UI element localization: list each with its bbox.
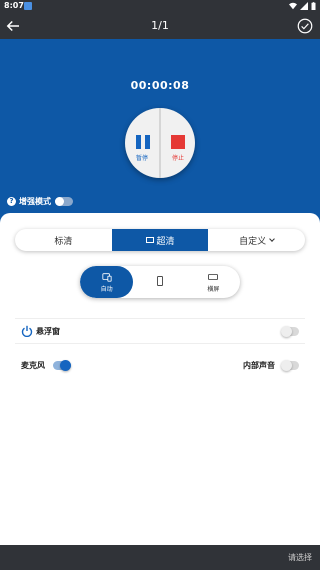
pause-icon [136,135,150,149]
stop-icon [171,135,185,149]
quality-hd[interactable]: 超清 [111,229,209,251]
landscape-icon [208,273,219,280]
orientation-portrait[interactable] [133,266,186,298]
settings-sheet [0,213,320,545]
microphone-toggle[interactable] [53,359,71,371]
floating-window-row: 悬浮窗 [15,318,305,344]
orientation-auto-label: 自动 [100,285,113,293]
status-bar: 8:07 [0,0,320,13]
stop-button[interactable]: 停止 [161,108,195,178]
portrait-icon [157,276,163,286]
chevron-down-icon [269,235,276,242]
internal-audio-toggle[interactable] [281,359,299,371]
enhance-mode-label: 增强模式 [19,197,51,206]
orientation-landscape-label: 横屏 [207,285,220,293]
page-counter: 1/1 [151,19,169,32]
pause-button[interactable]: 暂停 [125,108,159,178]
auto-rotate-icon [102,272,112,282]
recorder-panel: 00:00:08 暂停 停止 ? 增强模式 [0,39,320,229]
quality-sd[interactable]: 标清 [15,229,112,251]
quality-hd-label: 超清 [156,236,175,247]
pause-label: 暂停 [135,155,148,162]
enhance-mode-toggle[interactable] [55,197,73,206]
quality-custom-label: 自定义 [239,236,267,247]
floating-window-toggle[interactable] [281,325,299,337]
quality-sd-label: 标清 [54,236,73,247]
signal-icon [300,2,308,10]
quality-custom[interactable]: 自定义 [208,229,305,251]
hd-icon [145,237,154,243]
select-button[interactable]: 请选择 [288,552,312,563]
record-control: 暂停 停止 [125,108,195,178]
app-bar: 1/1 [0,13,320,39]
audio-row: 麦克风 内部声音 [15,352,305,378]
status-icons [289,2,316,10]
internal-audio-label: 内部声音 [243,360,275,370]
power-icon [21,325,33,337]
notification-icon [24,2,32,10]
enhance-mode: ? 增强模式 [7,196,73,207]
help-icon[interactable]: ? [7,197,16,206]
floating-window-label: 悬浮窗 [36,326,60,336]
recording-timer: 00:00:08 [130,79,190,92]
microphone-label: 麦克风 [21,360,45,370]
check-circle-icon[interactable] [296,17,314,35]
battery-icon [311,2,316,10]
status-time: 8:07 [4,1,24,10]
wifi-icon [289,2,297,10]
quality-selector: 标清 超清 自定义 [15,229,305,251]
orientation-auto[interactable]: 自动 [80,266,134,298]
orientation-selector: 自动 横屏 [80,266,240,298]
stop-label: 停止 [171,155,184,162]
bottom-bar: 请选择 [0,545,320,570]
orientation-landscape[interactable]: 横屏 [187,266,240,298]
